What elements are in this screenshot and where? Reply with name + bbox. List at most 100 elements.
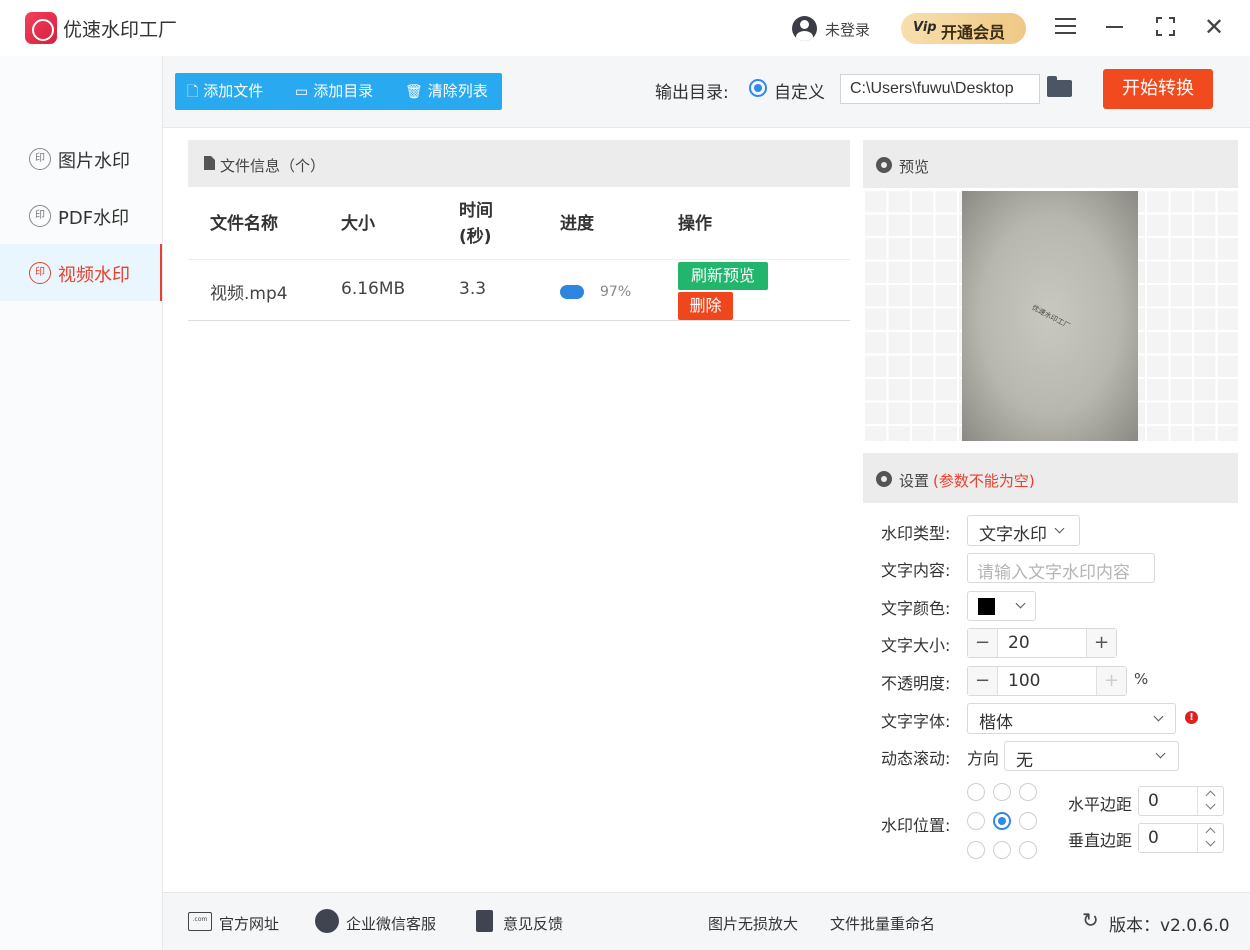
position-radio-top-center[interactable] [993, 783, 1011, 801]
position-radio-top-left[interactable] [967, 783, 985, 801]
start-convert-button[interactable]: 开始转换 [1103, 69, 1213, 109]
gear-icon [876, 157, 892, 173]
file-time-cell: 3.3 [459, 279, 487, 299]
minimize-icon[interactable] [1106, 26, 1123, 28]
refresh-icon[interactable]: ↻ [1082, 910, 1099, 930]
progress-bar [560, 285, 584, 299]
file-icon: 🗋 [187, 84, 199, 100]
color-swatch [978, 598, 995, 615]
file-list-header: 文件信息（个） [188, 140, 850, 187]
version-label: 版本：v2.0.6.0 [1109, 916, 1230, 936]
vip-button[interactable]: Vip 开通会员 [901, 13, 1026, 44]
settings-note: (参数不能为空) [933, 472, 1035, 490]
column-header-size: 大小 [341, 214, 375, 234]
vip-icon: Vip [913, 20, 937, 35]
opacity-label: 不透明度: [881, 674, 951, 693]
trash-icon: 🗑 [405, 84, 423, 100]
horizontal-margin-label: 水平边距 [1068, 795, 1133, 814]
vertical-margin-spinner[interactable]: 0 [1138, 823, 1224, 853]
preview-panel: 预览 优速水印工厂 [863, 140, 1238, 442]
decrement-button[interactable]: − [968, 667, 998, 695]
maximize-icon[interactable] [1156, 17, 1175, 36]
increment-button[interactable]: + [1086, 629, 1116, 657]
preview-title: 预览 [899, 158, 930, 176]
horizontal-margin-spinner[interactable]: 0 [1138, 786, 1224, 816]
position-radio-middle-right[interactable] [1019, 812, 1037, 830]
close-icon[interactable]: ✕ [1204, 15, 1224, 39]
sidebar-item-pdf-watermark[interactable]: 印 PDF水印 [0, 187, 162, 244]
opacity-stepper[interactable]: − 100 + [967, 666, 1127, 696]
increment-button[interactable]: + [1096, 667, 1126, 695]
image-upscale-link[interactable]: 图片无损放大 [708, 913, 798, 934]
position-radio-bottom-right[interactable] [1019, 841, 1037, 859]
file-size-cell: 6.16MB [341, 279, 406, 299]
menu-icon[interactable] [1055, 18, 1076, 34]
add-directory-button[interactable]: ▭ 添加目录 [295, 73, 373, 110]
clear-list-button[interactable]: 🗑 清除列表 [405, 73, 488, 110]
opacity-unit: % [1134, 670, 1149, 688]
feedback-icon [476, 910, 493, 932]
position-radio-bottom-center[interactable] [993, 841, 1011, 859]
position-radio-center[interactable] [993, 812, 1011, 830]
font-label: 文字字体: [881, 712, 951, 731]
stamp-icon: 印 [29, 262, 51, 284]
position-radio-bottom-left[interactable] [967, 841, 985, 859]
folder-outline-icon: ▭ [295, 84, 309, 100]
custom-dir-radio-label[interactable]: 自定义 [774, 78, 825, 103]
settings-header: 设置 (参数不能为空) [863, 453, 1238, 503]
text-content-label: 文字内容: [881, 561, 951, 580]
sidebar-item-label: 图片水印 [58, 151, 130, 172]
file-list-title: 文件信息（个） [220, 157, 326, 175]
add-file-button[interactable]: 🗋 添加文件 [187, 73, 263, 110]
folder-icon[interactable] [1047, 76, 1072, 97]
text-color-picker[interactable] [967, 591, 1036, 621]
position-radio-top-right[interactable] [1019, 783, 1037, 801]
custom-dir-radio[interactable] [749, 79, 767, 97]
watermark-type-select[interactable]: 文字水印 [967, 515, 1080, 546]
vip-label: 开通会员 [941, 23, 1006, 42]
wechat-support-link[interactable]: 企业微信客服 [346, 913, 436, 934]
divider [188, 320, 850, 321]
watermark-position-label: 水印位置: [881, 816, 951, 835]
website-link[interactable]: 官方网址 [219, 913, 279, 934]
wechat-icon [315, 909, 339, 933]
direction-label: 方向 [967, 749, 1000, 768]
column-header-name: 文件名称 [210, 214, 278, 234]
sidebar-item-video-watermark[interactable]: 印 视频水印 [0, 244, 162, 301]
stamp-icon: 印 [29, 148, 51, 170]
column-header-progress: 进度 [560, 214, 594, 234]
column-header-action: 操作 [678, 214, 712, 234]
chevron-down-icon[interactable] [1205, 836, 1216, 847]
font-select[interactable]: 楷体 [967, 703, 1176, 734]
website-icon: .com [188, 912, 212, 931]
position-radio-middle-left[interactable] [967, 812, 985, 830]
chevron-down-icon [1155, 748, 1166, 759]
spinner-arrows[interactable] [1197, 787, 1223, 815]
refresh-preview-button[interactable]: 刷新预览 [678, 262, 768, 290]
user-avatar-icon[interactable] [792, 16, 817, 41]
text-size-stepper[interactable]: − 20 + [967, 628, 1117, 658]
dynamic-scroll-label: 动态滚动: [881, 749, 951, 768]
spinner-arrows[interactable] [1197, 824, 1223, 852]
watermark-type-label: 水印类型: [881, 524, 951, 543]
divider [188, 259, 850, 260]
settings-panel: 设置 (参数不能为空) 水印类型: 文字水印 文字内容: 请输入文字水印内容 文… [863, 453, 1238, 879]
vertical-margin-label: 垂直边距 [1068, 831, 1133, 850]
sidebar-item-image-watermark[interactable]: 印 图片水印 [0, 130, 162, 187]
column-header-time: 时间 (秒) [459, 201, 493, 247]
batch-rename-link[interactable]: 文件批量重命名 [830, 913, 935, 934]
decrement-button[interactable]: − [968, 629, 998, 657]
sidebar-item-label: PDF水印 [58, 208, 130, 229]
output-path-input[interactable]: C:\Users\fuwu\Desktop [840, 74, 1040, 104]
login-status[interactable]: 未登录 [825, 19, 870, 40]
settings-title: 设置 [899, 472, 930, 490]
direction-select[interactable]: 无 [1004, 741, 1179, 771]
text-content-input[interactable]: 请输入文字水印内容 [967, 553, 1155, 583]
sidebar-item-label: 视频水印 [58, 265, 130, 286]
chevron-down-icon [1054, 523, 1065, 534]
title-bar: 优速水印工厂 未登录 Vip 开通会员 ✕ [0, 0, 1250, 56]
delete-button[interactable]: 删除 [678, 292, 733, 320]
feedback-link[interactable]: 意见反馈 [503, 913, 563, 934]
document-icon [204, 156, 215, 170]
chevron-down-icon[interactable] [1205, 799, 1216, 810]
